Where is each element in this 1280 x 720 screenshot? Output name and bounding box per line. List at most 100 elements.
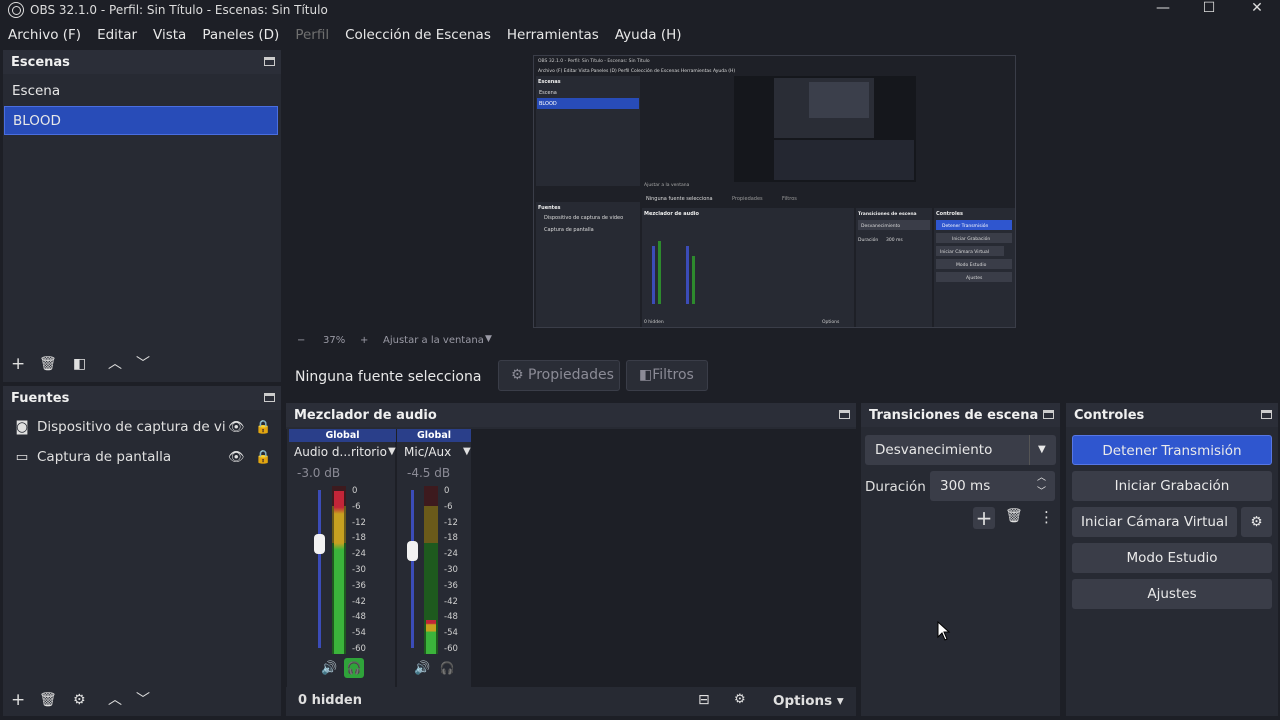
undock-icon[interactable] [839,410,850,419]
volume-fader-handle[interactable] [314,534,325,555]
trash-icon[interactable]: 🗑 [1005,508,1023,524]
gear-icon[interactable]: ⚙ [73,692,86,708]
move-up-icon[interactable]: ︿ [108,692,122,708]
meter-scale-label: -54 [352,628,366,639]
add-scene-icon[interactable]: + [11,356,25,373]
svg-text:Captura de pantalla: Captura de pantalla [544,227,594,233]
meter-scale-label: -18 [444,533,458,544]
undock-icon[interactable] [1261,410,1272,419]
undock-icon[interactable] [1043,410,1054,419]
track-name[interactable]: Audio d...ritorio [294,445,387,459]
chevron-down-icon: ▼ [1029,435,1046,465]
transition-select[interactable]: Desvanecimiento ▼ [865,435,1056,465]
source-label: Captura de pantalla [37,449,172,465]
headphones-icon[interactable]: 🎧 [437,658,457,678]
source-item[interactable]: ▭ Captura de pantalla 👁 🔒 [3,442,281,472]
svg-text:Archivo (F) Editar Vista Pa: Archivo (F) Editar Vista Paneles (D) Per… [538,67,735,74]
spin-down-icon[interactable]: ﹀ [1037,477,1046,507]
layout-icon[interactable]: ⊟ [698,692,710,708]
headphones-icon[interactable]: 🎧 [344,658,364,678]
mixer-footer: 0 hidden ⊟ ⚙ Options ▾ [286,687,856,716]
filter-icon[interactable]: ◧ [73,356,86,372]
menu-archivo[interactable]: Archivo (F) [0,27,89,43]
properties-button[interactable]: ⚙ Propiedades [498,360,620,391]
move-down-icon[interactable]: ﹀ [136,692,150,708]
studio-mode-button[interactable]: Modo Estudio [1072,543,1272,573]
settings-gear-icon[interactable]: ⚙ [734,692,746,707]
svg-text:Desvanecimiento: Desvanecimiento [861,223,900,229]
eye-icon[interactable]: 👁 [228,420,245,435]
menu-herramientas[interactable]: Herramientas [499,27,607,43]
zoom-in-button[interactable]: + [360,335,368,346]
scene-item-selected[interactable]: BLOOD [4,106,278,135]
add-transition-icon[interactable]: + [973,507,995,529]
meter-scale-label: -60 [352,644,366,654]
menu-vista[interactable]: Vista [145,27,194,43]
meter-scale-label: -48 [444,612,458,623]
close-button[interactable]: ✕ [1234,0,1280,20]
menu-perfil[interactable]: Perfil [287,27,337,43]
menu-paneles[interactable]: Paneles (D) [194,27,287,43]
maximize-button[interactable]: ☐ [1186,0,1232,20]
svg-text:Iniciar Grabación: Iniciar Grabación [952,235,990,242]
more-options-icon[interactable]: ⋮ [1039,508,1054,526]
duration-input[interactable]: 300 ms ︿ ﹀ [930,471,1055,501]
fit-window-label[interactable]: Ajustar a la ventana [383,335,484,346]
track-db: -3.0 dB [297,466,341,480]
undock-icon[interactable] [264,57,275,66]
menu-coleccion[interactable]: Colección de Escenas [337,27,499,43]
nested-preview-image: OBS 32.1.0 - Perfil: Sin Título - Escena… [533,55,1016,328]
svg-text:Dispositivo de captura de vide: Dispositivo de captura de video [544,215,623,221]
trash-icon[interactable]: 🗑 [39,692,57,708]
controls-title: Controles [1066,403,1278,427]
speaker-icon[interactable]: 🔊 [414,661,430,676]
controls-dock: Controles Detener Transmisión Iniciar Gr… [1066,403,1278,716]
chevron-down-icon[interactable]: ▼ [388,446,396,457]
lock-icon[interactable]: 🔒 [255,450,271,465]
filters-button[interactable]: ◧Filtros [626,360,708,391]
move-down-icon[interactable]: ﹀ [136,356,150,372]
volume-fader-handle[interactable] [407,540,418,561]
options-button[interactable]: Options ▾ [773,693,844,709]
mixer-title: Mezclador de audio [286,403,856,427]
volume-fader-track[interactable] [411,490,414,648]
source-list: ◙ Dispositivo de captura de video 👁 🔒 ▭ … [3,410,281,472]
undock-icon[interactable] [264,393,275,402]
add-source-icon[interactable]: + [11,692,25,709]
virtual-camera-button[interactable]: Iniciar Cámara Virtual [1072,507,1237,537]
eye-icon[interactable]: 👁 [228,450,245,465]
gear-icon: ⚙ [511,367,524,383]
sources-dock: Fuentes ◙ Dispositivo de captura de vide… [3,386,281,716]
meter-scale-label: -60 [444,644,458,654]
sources-title-text: Fuentes [11,390,70,406]
source-item[interactable]: ◙ Dispositivo de captura de video 👁 🔒 [3,412,281,442]
meter-scale-label: -36 [444,580,458,591]
transitions-dock: Transiciones de escena Desvanecimiento ▼… [861,403,1060,716]
level-meter-fill [334,491,344,654]
move-up-icon[interactable]: ︿ [108,356,122,372]
zoom-bar: − 37% + Ajustar a la ventana ▼ [290,334,1258,350]
track-name[interactable]: Mic/Aux [404,445,451,459]
chevron-down-icon[interactable]: ▼ [463,446,471,457]
settings-button[interactable]: Ajustes [1072,579,1272,609]
lock-icon[interactable]: 🔒 [255,420,271,435]
chevron-down-icon[interactable]: ▼ [485,334,492,344]
filter-icon: ◧ [639,367,653,383]
controls-title-text: Controles [1074,407,1145,423]
zoom-out-button[interactable]: − [297,335,305,346]
menu-ayuda[interactable]: Ayuda (H) [607,27,690,43]
options-label: Options [773,693,833,709]
trash-icon[interactable]: 🗑 [39,356,57,372]
start-recording-button[interactable]: Iniciar Grabación [1072,471,1272,501]
scenes-title: Escenas [3,50,281,74]
nested-obs-screenshot: OBS 32.1.0 - Perfil: Sin Título - Escena… [534,56,1015,327]
scene-list: Escena BLOOD [3,74,281,135]
virtual-camera-settings-icon[interactable]: ⚙ [1241,507,1272,537]
scene-item[interactable]: Escena [4,77,278,106]
volume-fader-track[interactable] [318,490,321,648]
minimize-button[interactable]: — [1140,0,1186,20]
speaker-icon[interactable]: 🔊 [321,661,337,676]
menu-editar[interactable]: Editar [89,27,145,43]
scenes-title-text: Escenas [11,54,70,70]
stop-stream-button[interactable]: Detener Transmisión [1072,435,1272,465]
